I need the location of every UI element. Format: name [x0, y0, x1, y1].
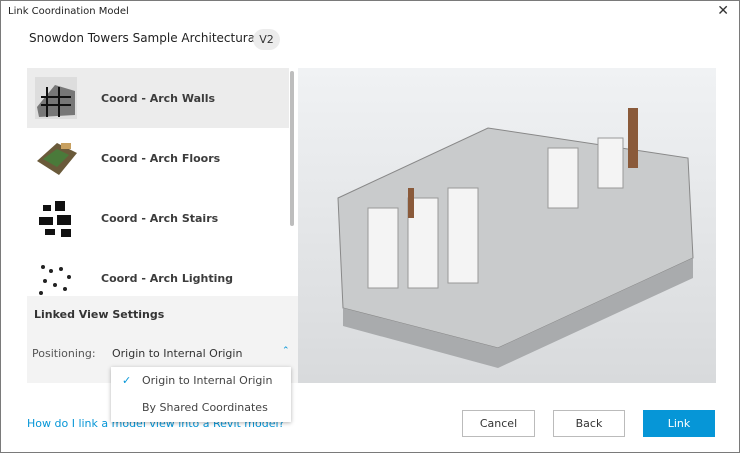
link-button[interactable]: Link — [643, 410, 715, 437]
chevron-up-icon[interactable]: ⌃ — [282, 346, 290, 356]
floors-thumbnail — [37, 143, 77, 175]
file-name: Snowdon Towers Sample Architectural.rvt — [29, 31, 279, 45]
view-item-walls[interactable]: Coord - Arch Walls — [27, 68, 289, 128]
window-title: Link Coordination Model — [8, 6, 129, 17]
settings-title: Linked View Settings — [34, 308, 165, 321]
view-item-stairs[interactable]: Coord - Arch Stairs — [27, 188, 289, 248]
view-label: Coord - Arch Lighting — [101, 271, 234, 285]
title-bar: Link Coordination Model ✕ — [1, 1, 739, 25]
option-internal-origin[interactable]: ✓ Origin to Internal Origin — [111, 367, 291, 394]
view-label: Coord - Arch Walls — [101, 91, 216, 105]
view-item-floors[interactable]: Coord - Arch Floors — [27, 128, 289, 188]
option-label: By Shared Coordinates — [142, 401, 268, 414]
view-item-lighting[interactable]: Coord - Arch Lighting — [27, 248, 289, 296]
positioning-select[interactable]: Origin to Internal Origin — [112, 347, 242, 360]
stairs-thumbnail — [39, 201, 71, 237]
lighting-thumbnail — [39, 265, 71, 295]
version-badge: V2 — [253, 29, 280, 50]
cancel-button[interactable]: Cancel — [462, 410, 535, 437]
option-label: Origin to Internal Origin — [142, 374, 273, 387]
positioning-label: Positioning: — [32, 347, 96, 360]
positioning-dropdown: ✓ Origin to Internal Origin By Shared Coo… — [111, 367, 291, 422]
building-model-image — [337, 108, 694, 368]
model-preview — [298, 68, 716, 383]
option-shared-coordinates[interactable]: By Shared Coordinates — [111, 394, 291, 421]
view-label: Coord - Arch Floors — [101, 151, 221, 165]
close-icon[interactable]: ✕ — [717, 3, 729, 19]
view-label: Coord - Arch Stairs — [101, 211, 219, 225]
view-list: Coord - Arch Walls Coord - Arch Floors C… — [27, 68, 289, 296]
checkmark-icon: ✓ — [122, 374, 132, 387]
back-button[interactable]: Back — [553, 410, 625, 437]
walls-thumbnail — [35, 77, 77, 119]
list-scrollbar[interactable] — [290, 71, 294, 226]
